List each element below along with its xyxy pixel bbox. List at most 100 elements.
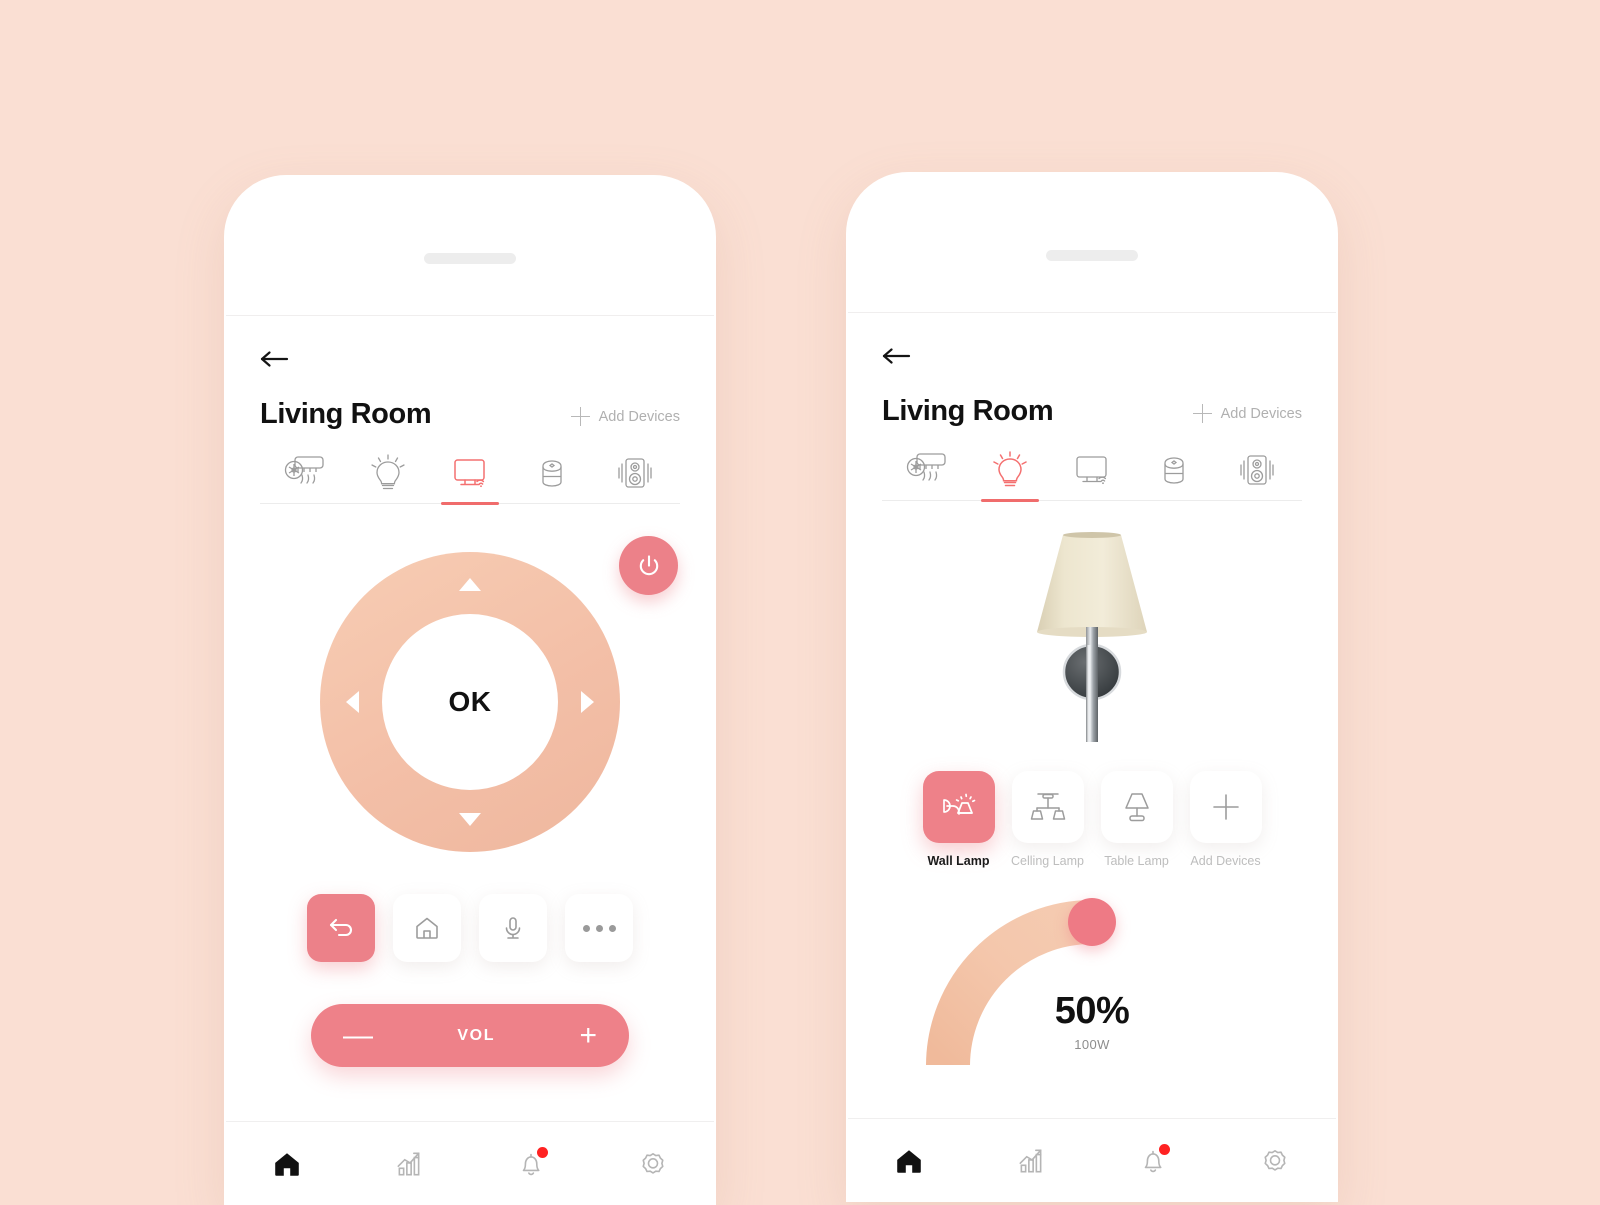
home-icon — [897, 1149, 921, 1173]
smart-tv-icon — [1076, 456, 1107, 485]
device-label: Add Devices — [1190, 854, 1261, 868]
back-button[interactable] — [882, 343, 916, 369]
volume-down-button[interactable]: — — [343, 1020, 373, 1051]
plus-icon — [570, 407, 590, 426]
light-controls: Wall Lamp Celling Lamp Table Lamp Add De… — [848, 501, 1336, 1118]
nav-home[interactable] — [879, 1136, 939, 1186]
device-card-add-devices[interactable]: Add Devices — [1189, 771, 1262, 868]
return-button[interactable] — [307, 894, 375, 962]
tab-stereo-speaker[interactable] — [594, 451, 676, 503]
smart-tv-icon — [454, 459, 485, 488]
gear-settings-icon — [642, 1152, 664, 1174]
device-tabs — [882, 448, 1302, 502]
home-icon — [416, 917, 438, 939]
device-label: Table Lamp — [1104, 854, 1169, 868]
wall-sconce-lamp-illustration — [1037, 532, 1147, 742]
statistics-chart-icon — [1019, 1148, 1042, 1173]
microphone-icon — [505, 917, 521, 939]
nav-notifications[interactable] — [501, 1139, 561, 1189]
page-title: Living Room — [882, 395, 1054, 427]
dpad-right-button[interactable] — [581, 691, 594, 713]
more-dots-icon — [582, 924, 616, 932]
statistics-chart-icon — [397, 1151, 420, 1176]
power-button[interactable] — [619, 536, 678, 595]
volume-label: VOL — [457, 1026, 496, 1044]
nav-statistics[interactable] — [1001, 1136, 1061, 1186]
device-card-table-lamp[interactable]: Table Lamp — [1100, 771, 1173, 868]
tab-lightbulb[interactable] — [968, 448, 1050, 502]
tab-lightbulb[interactable] — [346, 451, 428, 503]
add-devices-button[interactable]: Add Devices — [570, 407, 680, 431]
tab-smart-tv[interactable] — [429, 451, 511, 505]
table-lamp-icon — [1124, 793, 1149, 822]
dpad-down-button[interactable] — [459, 813, 481, 826]
dpad-left-button[interactable] — [346, 691, 359, 713]
power-icon — [639, 554, 658, 575]
notification-badge — [537, 1146, 548, 1158]
device-label: Wall Lamp — [927, 854, 990, 868]
add-devices-label: Add Devices — [598, 408, 680, 425]
nav-settings[interactable] — [623, 1139, 683, 1189]
brightness-dimmer[interactable]: 50% 100W — [922, 890, 1262, 1065]
microphone-button[interactable] — [479, 894, 547, 962]
air-conditioner-icon — [907, 453, 946, 481]
phone-mockup-tv-remote: Living Room Add Devices OK — VOL + — [224, 175, 716, 1205]
dimmer-knob[interactable] — [1068, 898, 1116, 946]
nav-home[interactable] — [257, 1139, 317, 1189]
device-card-wall-lamp[interactable]: Wall Lamp — [922, 771, 995, 868]
phone-speaker-grille — [424, 253, 516, 264]
bottom-navigation-light — [848, 1118, 1336, 1202]
home-button[interactable] — [393, 894, 461, 962]
tab-smart-speaker[interactable] — [1133, 448, 1215, 500]
plus-icon — [1192, 404, 1212, 423]
air-conditioner-icon — [285, 456, 324, 484]
nav-statistics[interactable] — [379, 1139, 439, 1189]
add-devices-button[interactable]: Add Devices — [1192, 404, 1302, 428]
device-tile[interactable] — [1100, 771, 1173, 843]
notification-badge — [1159, 1143, 1170, 1155]
wall-lamp-icon — [942, 793, 975, 815]
device-tile[interactable] — [922, 771, 995, 843]
phone-mockup-light-control: Living Room Add Devices Wall Lamp Cellin… — [846, 172, 1338, 1202]
bottom-navigation-tv — [226, 1121, 714, 1205]
tab-air-conditioner[interactable] — [886, 448, 968, 500]
screen-light-control: Living Room Add Devices Wall Lamp Cellin… — [848, 312, 1336, 1202]
dimmer-wattage: 100W — [1074, 1037, 1110, 1052]
dpad-up-button[interactable] — [459, 578, 481, 591]
back-return-icon — [329, 918, 352, 937]
nav-settings[interactable] — [1245, 1136, 1305, 1186]
canvas: Living Room Add Devices OK — VOL + Livin… — [0, 0, 1600, 1205]
tab-smart-tv[interactable] — [1051, 448, 1133, 500]
smart-speaker-icon — [1164, 457, 1185, 484]
device-tile[interactable] — [1189, 771, 1262, 843]
volume-up-button[interactable]: + — [579, 1020, 597, 1051]
tab-air-conditioner[interactable] — [264, 451, 346, 503]
back-arrow-icon — [260, 351, 289, 367]
lightbulb-icon — [992, 451, 1027, 487]
stereo-speaker-icon — [1240, 455, 1274, 485]
tab-smart-speaker[interactable] — [511, 451, 593, 503]
dimmer-readout: 50% 100W — [922, 990, 1262, 1052]
tab-stereo-speaker[interactable] — [1216, 448, 1298, 500]
page-title: Living Room — [260, 398, 432, 430]
more-options-button[interactable] — [565, 894, 633, 962]
directional-pad[interactable]: OK — [320, 552, 620, 852]
smart-speaker-icon — [542, 460, 563, 487]
nav-notifications[interactable] — [1123, 1136, 1183, 1186]
add-devices-label: Add Devices — [1220, 405, 1302, 422]
back-button[interactable] — [260, 346, 294, 372]
device-tile[interactable] — [1011, 771, 1084, 843]
wall-lamp-product-image — [987, 517, 1197, 757]
plus-icon — [1212, 794, 1239, 820]
lightbulb-icon — [370, 454, 405, 490]
gear-settings-icon — [1264, 1149, 1286, 1171]
device-card-ceiling-lamp[interactable]: Celling Lamp — [1011, 771, 1084, 868]
ceiling-lamp-icon — [1030, 793, 1065, 820]
phone-speaker-grille — [1046, 250, 1138, 261]
ok-button[interactable]: OK — [382, 614, 558, 790]
stereo-speaker-icon — [618, 458, 652, 488]
volume-control[interactable]: — VOL + — [311, 1004, 629, 1067]
title-row: Living Room Add Devices — [882, 395, 1302, 428]
device-tabs — [260, 451, 680, 505]
header-light-control: Living Room Add Devices — [848, 313, 1336, 502]
